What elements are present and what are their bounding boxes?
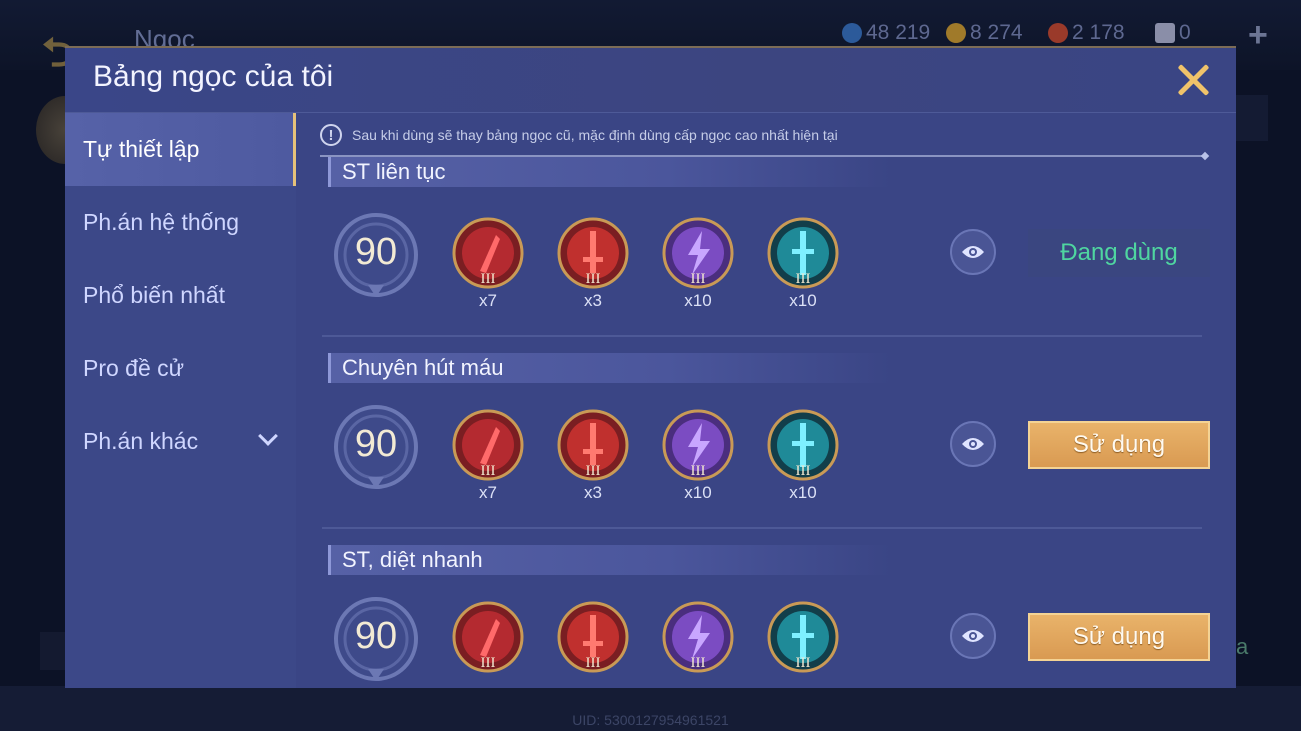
eye-icon	[962, 246, 984, 258]
use-button[interactable]: Sử dụng	[1028, 421, 1210, 469]
red-sword-gem-icon[interactable]: III	[557, 601, 629, 673]
teal-sword-gem-icon[interactable]: III	[767, 601, 839, 673]
voucher-icon	[1155, 23, 1175, 43]
gem-count: x10	[789, 291, 817, 310]
preview-button[interactable]	[950, 421, 996, 467]
svg-text:III: III	[796, 463, 811, 479]
svg-text:III: III	[481, 463, 496, 479]
svg-text:III: III	[481, 655, 496, 671]
sidebar-item-label: Pro đề cử	[83, 355, 185, 381]
blue-gem-icon	[842, 23, 862, 43]
modal-header: Bảng ngọc của tôi	[65, 48, 1236, 113]
eye-icon	[962, 438, 984, 450]
svg-text:III: III	[586, 655, 601, 671]
notice-text: Sau khi dùng sẽ thay bảng ngọc cũ, mặc đ…	[352, 127, 838, 143]
set-title: ST liên tục	[342, 159, 446, 184]
sidebar-item-label: Phổ biến nhất	[83, 282, 225, 308]
gem-count: x10	[684, 483, 712, 502]
background-panel	[40, 632, 66, 670]
notice: ! Sau khi dùng sẽ thay bảng ngọc cũ, mặc…	[320, 123, 838, 147]
sidebar-item-label: Tự thiết lập	[83, 136, 200, 162]
svg-text:III: III	[691, 463, 706, 479]
svg-text:III: III	[691, 655, 706, 671]
red-gem-icon	[1048, 23, 1068, 43]
add-currency-button[interactable]: +	[1248, 16, 1268, 55]
gem-count: x10	[789, 483, 817, 502]
sidebar-item-popular[interactable]: Phổ biến nhất	[65, 259, 296, 332]
gem-count: x3	[584, 483, 602, 502]
currency-blue-gems: 48 219	[842, 20, 930, 46]
svg-text:III: III	[481, 271, 496, 287]
preview-button[interactable]	[950, 613, 996, 659]
teal-sword-gem-icon[interactable]: III	[767, 217, 839, 289]
modal-title: Bảng ngọc của tôi	[93, 60, 334, 93]
currency-red: 2 178	[1048, 20, 1125, 46]
red-blade-gem-icon[interactable]: III	[452, 409, 524, 481]
gem-count: x3	[584, 291, 602, 310]
close-icon[interactable]	[1173, 60, 1213, 100]
sidebar-item-other[interactable]: Ph.án khác	[65, 405, 296, 478]
eye-icon	[962, 630, 984, 642]
red-sword-gem-icon[interactable]: III	[557, 217, 629, 289]
gold-coin-icon	[946, 23, 966, 43]
use-button[interactable]: Sử dụng	[1028, 613, 1210, 661]
svg-text:III: III	[691, 271, 706, 287]
svg-text:III: III	[796, 655, 811, 671]
in-use-button[interactable]: Đang dùng	[1028, 229, 1210, 277]
divider	[322, 335, 1202, 337]
sidebar-item-pro[interactable]: Pro đề cử	[65, 332, 296, 405]
info-icon: !	[320, 124, 342, 146]
chevron-down-icon[interactable]	[258, 426, 278, 446]
currency-voucher: 0	[1155, 20, 1191, 46]
sidebar-item-label: Ph.án khác	[83, 428, 199, 454]
red-blade-gem-icon[interactable]: III	[452, 217, 524, 289]
set-title: ST, diệt nhanh	[342, 547, 483, 572]
preview-button[interactable]	[950, 229, 996, 275]
currency-value: 48 219	[866, 21, 931, 44]
uid-label: UID: 5300127954961521	[572, 712, 729, 728]
teal-sword-gem-icon[interactable]: III	[767, 409, 839, 481]
level-number: 90	[354, 423, 398, 465]
sidebar: Tự thiết lập Ph.án hệ thống Phổ biến nhấ…	[65, 113, 296, 688]
sidebar-item-label: Ph.án hệ thống	[83, 209, 240, 235]
level-number: 90	[354, 231, 398, 273]
background-text: a	[1236, 634, 1249, 659]
svg-text:III: III	[586, 463, 601, 479]
currency-value: 0	[1179, 21, 1191, 44]
sidebar-item-custom[interactable]: Tự thiết lập	[65, 113, 296, 186]
rune-set: ST, diệt nhanh 90 III III III III Sử dụn…	[296, 545, 1236, 688]
background-panel	[1236, 95, 1268, 141]
currency-value: 2 178	[1072, 21, 1125, 44]
gem-count: x7	[479, 291, 497, 310]
rune-set: ST liên tục 90 III x7 III x3 III x10 III…	[296, 157, 1236, 353]
purple-lightning-gem-icon[interactable]: III	[662, 217, 734, 289]
svg-text:III: III	[586, 271, 601, 287]
set-title: Chuyên hút máu	[342, 355, 504, 380]
red-blade-gem-icon[interactable]: III	[452, 601, 524, 673]
sidebar-item-system[interactable]: Ph.án hệ thống	[65, 186, 296, 259]
divider	[322, 527, 1202, 529]
svg-text:III: III	[796, 271, 811, 287]
purple-lightning-gem-icon[interactable]: III	[662, 601, 734, 673]
currency-value: 8 274	[970, 21, 1023, 44]
rune-set: Chuyên hút máu 90 III x7 III x3 III x10 …	[296, 353, 1236, 545]
level-number: 90	[354, 615, 398, 657]
rune-set-list[interactable]: ! Sau khi dùng sẽ thay bảng ngọc cũ, mặc…	[296, 113, 1236, 688]
currency-gold: 8 274	[946, 20, 1023, 46]
rune-page-modal: Bảng ngọc của tôi Tự thiết lập Ph.án hệ …	[65, 46, 1236, 688]
gem-count: x10	[684, 291, 712, 310]
red-sword-gem-icon[interactable]: III	[557, 409, 629, 481]
gem-count: x7	[479, 483, 497, 502]
purple-lightning-gem-icon[interactable]: III	[662, 409, 734, 481]
